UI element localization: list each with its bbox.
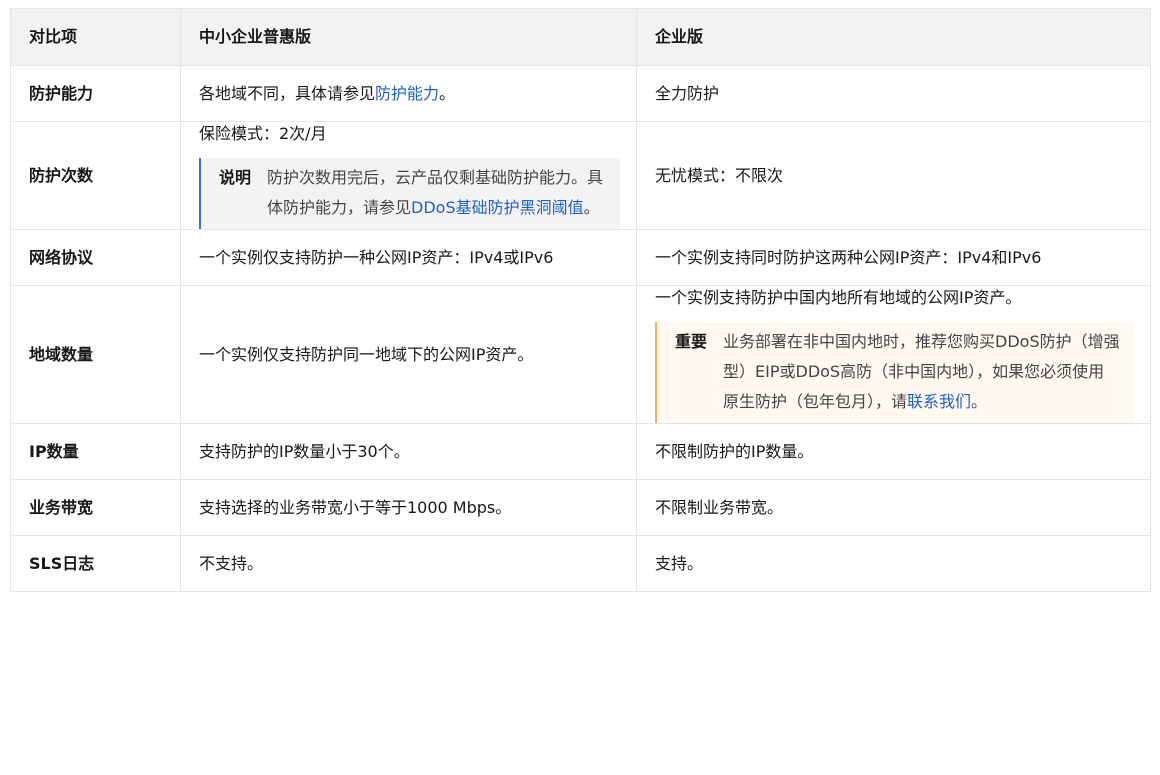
row-label: 网络协议 (10, 229, 181, 286)
table-row: SLS日志 不支持。 支持。 (10, 535, 1151, 592)
ddos-basic-blackhole-threshold-link[interactable]: DDoS基础防护黑洞阈值 (411, 198, 584, 217)
important-box: 重要 业务部署在非中国内地时，推荐您购买DDoS防护（增强型）EIP或DDoS高… (655, 322, 1134, 423)
enterprise-cell: 全力防护 (636, 65, 1151, 122)
note-box: 说明 防护次数用完后，云产品仅剩基础防护能力。具体防护能力，请参见DDoS基础防… (199, 158, 620, 229)
enterprise-cell: 不限制业务带宽。 (636, 479, 1151, 536)
table-row: 防护次数 保险模式：2次/月 说明 防护次数用完后，云产品仅剩基础防护能力。具体… (10, 121, 1151, 230)
sme-cell: 保险模式：2次/月 说明 防护次数用完后，云产品仅剩基础防护能力。具体防护能力，… (180, 121, 637, 230)
enterprise-cell: 一个实例支持同时防护这两种公网IP资产：IPv4和IPv6 (636, 229, 1151, 286)
important-suffix: 。 (971, 392, 988, 411)
table-row: 网络协议 一个实例仅支持防护一种公网IP资产：IPv4或IPv6 一个实例支持同… (10, 229, 1151, 286)
sme-cell: 一个实例仅支持防护一种公网IP资产：IPv4或IPv6 (180, 229, 637, 286)
row-label: SLS日志 (10, 535, 181, 592)
header-enterprise-edition: 企业版 (636, 8, 1151, 66)
note-label: 说明 (219, 168, 252, 187)
cell-text: 一个实例支持防护中国内地所有地域的公网IP资产。 (655, 288, 1022, 307)
sme-cell: 不支持。 (180, 535, 637, 592)
row-label: 防护能力 (10, 65, 181, 122)
table-row: 地域数量 一个实例仅支持防护同一地域下的公网IP资产。 一个实例支持防护中国内地… (10, 285, 1151, 424)
table-header-row: 对比项 中小企业普惠版 企业版 (10, 8, 1151, 66)
important-label: 重要 (675, 332, 708, 351)
table-row: 业务带宽 支持选择的业务带宽小于等于1000 Mbps。 不限制业务带宽。 (10, 479, 1151, 536)
note-body: 防护次数用完后，云产品仅剩基础防护能力。具体防护能力，请参见DDoS基础防护黑洞… (267, 163, 606, 223)
cell-text: 保险模式：2次/月 (199, 124, 327, 143)
enterprise-cell: 支持。 (636, 535, 1151, 592)
enterprise-cell: 无忧模式：不限次 (636, 121, 1151, 230)
row-label: 防护次数 (10, 121, 181, 230)
enterprise-cell: 一个实例支持防护中国内地所有地域的公网IP资产。 重要 业务部署在非中国内地时，… (636, 285, 1151, 424)
protection-capability-link[interactable]: 防护能力 (375, 84, 439, 103)
table-row: 防护能力 各地域不同，具体请参见防护能力。 全力防护 (10, 65, 1151, 122)
sme-cell: 一个实例仅支持防护同一地域下的公网IP资产。 (180, 285, 637, 424)
sme-cell: 支持防护的IP数量小于30个。 (180, 423, 637, 480)
header-sme-edition: 中小企业普惠版 (180, 8, 637, 66)
comparison-table: 对比项 中小企业普惠版 企业版 防护能力 各地域不同，具体请参见防护能力。 全力… (10, 8, 1151, 592)
row-label: IP数量 (10, 423, 181, 480)
cell-text-suffix: 。 (439, 83, 456, 103)
row-label: 地域数量 (10, 285, 181, 424)
note-suffix: 。 (583, 198, 600, 217)
cell-text: 各地域不同，具体请参见 (199, 83, 376, 103)
important-body: 业务部署在非中国内地时，推荐您购买DDoS防护（增强型）EIP或DDoS高防（非… (723, 327, 1120, 417)
row-label: 业务带宽 (10, 479, 181, 536)
table-row: IP数量 支持防护的IP数量小于30个。 不限制防护的IP数量。 (10, 423, 1151, 480)
contact-us-link[interactable]: 联系我们 (907, 392, 971, 411)
sme-cell: 支持选择的业务带宽小于等于1000 Mbps。 (180, 479, 637, 536)
sme-cell: 各地域不同，具体请参见防护能力。 (180, 65, 637, 122)
header-compare-item: 对比项 (10, 8, 181, 66)
enterprise-cell: 不限制防护的IP数量。 (636, 423, 1151, 480)
